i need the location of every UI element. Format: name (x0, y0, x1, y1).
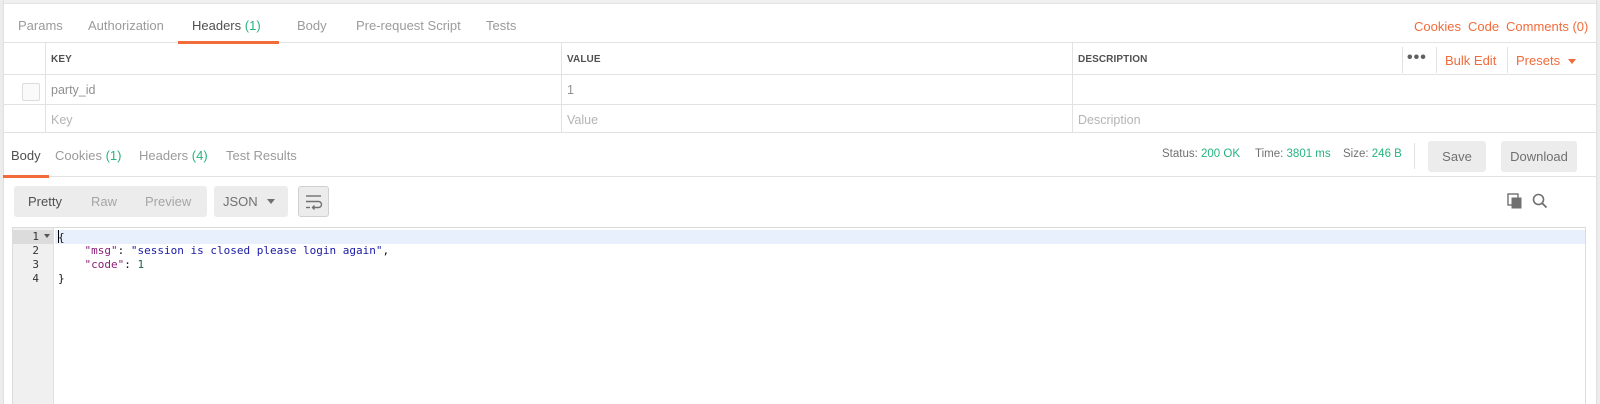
view-mode-pretty[interactable]: Pretty (28, 186, 62, 217)
key-input[interactable]: Key (45, 105, 561, 133)
response-body-editor[interactable]: 1 2 3 4 { "msg": "session is closed plea… (12, 227, 1586, 404)
wrap-lines-button[interactable] (298, 186, 329, 217)
time-readout: Time: 3801 ms (1255, 148, 1331, 160)
code-line: "msg": "session is closed please login a… (84, 244, 390, 257)
chevron-down-icon (267, 199, 275, 204)
line-number-gutter: 1 2 3 4 (13, 228, 54, 404)
request-tab-bar: Params Authorization Headers (1) Body Pr… (4, 4, 1596, 44)
code-line: { (55, 230, 1585, 244)
headers-count: (1) (244, 18, 261, 33)
download-button[interactable]: Download (1501, 141, 1577, 172)
tab-params[interactable]: Params (18, 4, 63, 43)
header-description-cell[interactable] (1072, 75, 1596, 104)
comments-link[interactable]: Comments (0) (1506, 4, 1588, 43)
code-link[interactable]: Code (1468, 4, 1499, 43)
column-header-description: DESCRIPTION (1072, 43, 1402, 74)
table-row: party_id 1 (4, 75, 1596, 105)
column-header-value: VALUE (561, 43, 1072, 74)
line-number: 3 (32, 258, 39, 271)
window-right-edge (1596, 0, 1600, 404)
response-toolbar: Pretty Raw Preview JSON (4, 177, 1596, 225)
divider (1507, 47, 1508, 73)
headers-table: KEY VALUE DESCRIPTION ••• Bulk Edit Pres… (4, 43, 1596, 133)
value-input[interactable]: Value (561, 105, 1072, 133)
divider (1414, 143, 1415, 169)
description-input[interactable]: Description (1072, 105, 1596, 133)
cookies-link[interactable]: Cookies (1414, 4, 1461, 43)
tab-response-body[interactable]: Body (3, 133, 49, 178)
wrap-lines-icon (306, 195, 323, 210)
code-line: "code": 1 (84, 258, 145, 271)
presets-dropdown[interactable]: Presets (1516, 43, 1577, 78)
tab-response-headers[interactable]: Headers (4) (139, 133, 208, 177)
format-select[interactable]: JSON (214, 186, 288, 217)
divider (1436, 47, 1437, 73)
row-enable-checkbox[interactable] (22, 83, 40, 101)
status-badge: 200 OK (1201, 148, 1241, 160)
view-mode-preview[interactable]: Preview (145, 186, 191, 217)
copy-icon[interactable] (1506, 192, 1524, 210)
tab-tests[interactable]: Tests (486, 4, 516, 43)
tab-test-results[interactable]: Test Results (226, 133, 297, 177)
status-readout: Status: 200 OK (1162, 148, 1241, 160)
line-number: 4 (32, 272, 39, 285)
table-header-row: KEY VALUE DESCRIPTION ••• Bulk Edit Pres… (4, 43, 1596, 75)
table-row-new: Key Value Description (4, 105, 1596, 133)
tab-body[interactable]: Body (297, 4, 327, 43)
chevron-down-icon (1568, 59, 1577, 65)
code-line: } (58, 272, 65, 285)
view-mode-toggle: Pretty Raw Preview (14, 186, 207, 217)
header-value-cell[interactable]: 1 (561, 75, 1072, 104)
response-tab-bar: Body Cookies (1) Headers (4) Test Result… (3, 133, 1596, 178)
tab-pre-request-script[interactable]: Pre-request Script (356, 4, 461, 43)
tab-authorization[interactable]: Authorization (88, 4, 164, 43)
tab-response-cookies[interactable]: Cookies (1) (55, 133, 121, 177)
column-header-key: KEY (45, 43, 561, 74)
size-readout: Size: 246 B (1343, 148, 1402, 160)
bulk-edit-button[interactable]: Bulk Edit (1445, 43, 1496, 78)
save-button[interactable]: Save (1428, 141, 1486, 172)
tab-headers[interactable]: Headers (1) (178, 4, 279, 44)
header-key-cell[interactable]: party_id (45, 75, 561, 104)
more-options-icon[interactable]: ••• (1407, 43, 1427, 73)
view-mode-raw[interactable]: Raw (91, 186, 117, 217)
line-number: 2 (32, 244, 39, 257)
divider (1402, 47, 1403, 73)
search-icon[interactable] (1531, 192, 1549, 210)
fold-arrow-icon[interactable] (44, 234, 50, 238)
